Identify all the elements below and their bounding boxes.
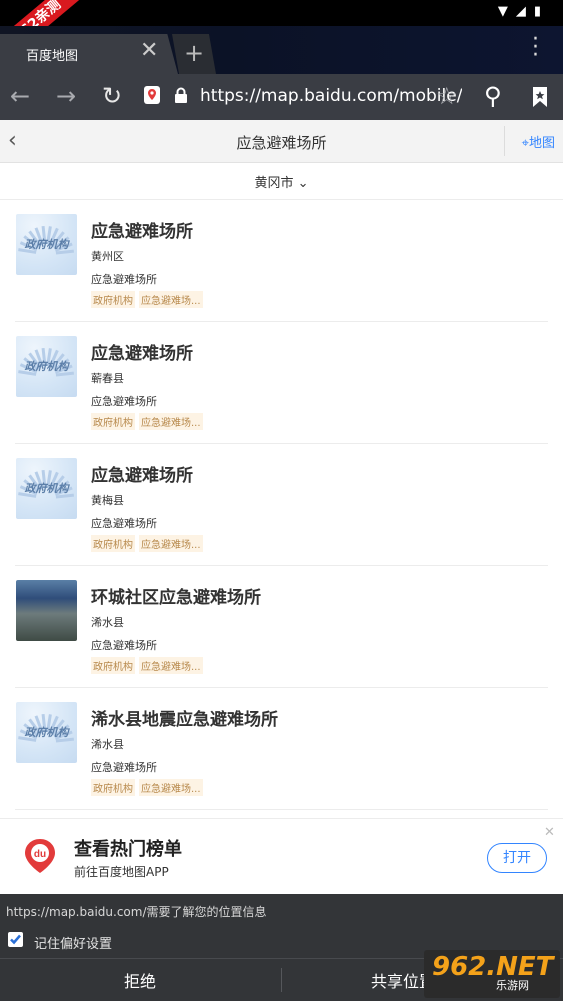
- list-item[interactable]: 政府机构 应急避难场所 黄梅县 应急避难场所 政府机构 应急避难场...: [15, 444, 548, 566]
- list-item[interactable]: 政府机构 应急避难场所 黄州区 应急避难场所 政府机构 应急避难场...: [15, 200, 548, 322]
- reload-icon[interactable]: ↻: [102, 82, 122, 110]
- watermark-small: 乐游网: [496, 979, 529, 992]
- tab-title: 百度地图: [26, 49, 79, 64]
- forward-arrow-icon[interactable]: →: [56, 82, 76, 110]
- city-selector[interactable]: 黄冈市 ⌄: [0, 172, 563, 191]
- tag-list: 政府机构 应急避难场...: [91, 779, 203, 796]
- place-photo: [16, 580, 77, 641]
- tag-badge: 政府机构: [91, 535, 135, 552]
- menu-icon[interactable]: · · ·: [532, 29, 539, 67]
- tag-badge: 政府机构: [91, 657, 135, 674]
- tag-list: 政府机构 应急避难场...: [91, 413, 203, 430]
- star-icon[interactable]: ☆: [436, 82, 458, 110]
- app-promo-banner: du 查看热门榜单 前往百度地图APP 打开 ✕: [0, 818, 563, 895]
- tag-badge: 政府机构: [91, 291, 135, 308]
- place-district: 黄梅县: [91, 494, 124, 507]
- remember-label: 记住偏好设置: [34, 937, 113, 952]
- page-title: 应急避难场所: [236, 134, 327, 152]
- battery-icon: ▮: [533, 4, 541, 19]
- plus-icon: +: [183, 39, 205, 67]
- thumb-label: 政府机构: [24, 360, 69, 373]
- browser-tab[interactable]: 百度地图 ✕: [0, 34, 178, 74]
- tag-badge: 政府机构: [91, 413, 135, 430]
- page-header: ‹ 应急避难场所 ⌖地图: [0, 120, 563, 163]
- place-category: 应急避难场所: [91, 517, 157, 530]
- government-placeholder-image: 政府机构: [16, 214, 77, 275]
- government-placeholder-image: 政府机构: [16, 336, 77, 397]
- place-category: 应急避难场所: [91, 761, 157, 774]
- deny-button[interactable]: 拒绝: [124, 968, 156, 992]
- divider: [281, 968, 282, 992]
- place-district: 浠水县: [91, 616, 124, 629]
- bookmark-icon[interactable]: [531, 86, 549, 108]
- address-bar: ← → ↻ https://map.baidu.com/mobile/ ☆ ⚲: [0, 74, 563, 120]
- baidu-map-logo-icon: du: [25, 839, 55, 873]
- close-icon[interactable]: ✕: [544, 825, 555, 840]
- place-name[interactable]: 应急避难场所: [91, 217, 193, 242]
- place-district: 黄州区: [91, 250, 124, 263]
- map-view-button[interactable]: ⌖地图: [522, 132, 555, 151]
- place-category: 应急避难场所: [91, 395, 157, 408]
- tag-list: 政府机构 应急避难场...: [91, 657, 203, 674]
- tag-badge: 应急避难场...: [139, 657, 203, 674]
- list-item[interactable]: 政府机构 浠水县地震应急避难场所 浠水县 应急避难场所 政府机构 应急避难场...: [15, 688, 548, 810]
- place-name[interactable]: 应急避难场所: [91, 339, 193, 364]
- back-arrow-icon[interactable]: ←: [10, 82, 30, 110]
- tag-list: 政府机构 应急避难场...: [91, 291, 203, 308]
- open-app-button[interactable]: 打开: [487, 843, 547, 873]
- place-name[interactable]: 环城社区应急避难场所: [91, 583, 261, 608]
- promo-subtitle: 前往百度地图APP: [74, 865, 169, 879]
- url-text: https://map.baidu.com/mobile/: [200, 86, 462, 106]
- new-tab-button[interactable]: +: [172, 34, 216, 74]
- place-category: 应急避难场所: [91, 273, 157, 286]
- permission-message: https://map.baidu.com/需要了解您的位置信息: [6, 905, 267, 919]
- place-district: 浠水县: [91, 738, 124, 751]
- tag-badge: 应急避难场...: [139, 779, 203, 796]
- tag-badge: 应急避难场...: [139, 535, 203, 552]
- government-placeholder-image: 政府机构: [16, 458, 77, 519]
- wifi-icon: ▼: [497, 4, 508, 19]
- government-placeholder-image: 政府机构: [16, 702, 77, 763]
- place-name[interactable]: 应急避难场所: [91, 461, 193, 486]
- logo-text: du: [34, 849, 46, 860]
- divider: [504, 126, 505, 156]
- thumb-label: 政府机构: [24, 482, 69, 495]
- watermark-logo: 962.NET 乐游网: [424, 950, 560, 998]
- remember-checkbox[interactable]: [8, 932, 23, 947]
- tag-list: 政府机构 应急避难场...: [91, 535, 203, 552]
- promo-title: 查看热门榜单: [74, 839, 182, 860]
- list-item[interactable]: 环城社区应急避难场所浠水县应急避难场所政府机构 应急避难场...: [15, 566, 548, 688]
- thumb-label: 政府机构: [24, 726, 69, 739]
- city-filter[interactable]: 黄冈市 ⌄: [0, 162, 563, 200]
- lock-icon: [175, 87, 187, 103]
- place-category: 应急避难场所: [91, 639, 157, 652]
- close-tab-icon[interactable]: ✕: [140, 38, 158, 63]
- checkmark-icon: [10, 934, 21, 945]
- thumb-label: 政府机构: [24, 238, 69, 251]
- map-view-label: 地图: [528, 136, 555, 151]
- watermark-big: 962.NET: [432, 952, 554, 982]
- search-icon[interactable]: ⚲: [484, 82, 502, 110]
- tab-strip: 百度地图 ✕ + · · ·: [0, 26, 563, 74]
- result-list: 政府机构 应急避难场所 黄州区 应急避难场所 政府机构 应急避难场... 政府机构 应急避难场…: [0, 200, 563, 810]
- place-name[interactable]: 浠水县地震应急避难场所: [91, 705, 278, 730]
- list-item[interactable]: 政府机构 应急避难场所 蕲春县 应急避难场所 政府机构 应急避难场...: [15, 322, 548, 444]
- place-district: 蕲春县: [91, 372, 124, 385]
- status-icons: ▼ ◢ ▮: [498, 4, 541, 19]
- tag-badge: 应急避难场...: [139, 291, 203, 308]
- tag-badge: 政府机构: [91, 779, 135, 796]
- tag-badge: 应急避难场...: [139, 413, 203, 430]
- map-pin-icon: ⌖: [521, 136, 529, 151]
- url-field[interactable]: https://map.baidu.com/mobile/: [136, 78, 466, 114]
- site-favicon-icon: [144, 86, 160, 104]
- status-bar: ▼ ◢ ▮: [0, 0, 563, 26]
- signal-icon: ◢: [515, 4, 526, 19]
